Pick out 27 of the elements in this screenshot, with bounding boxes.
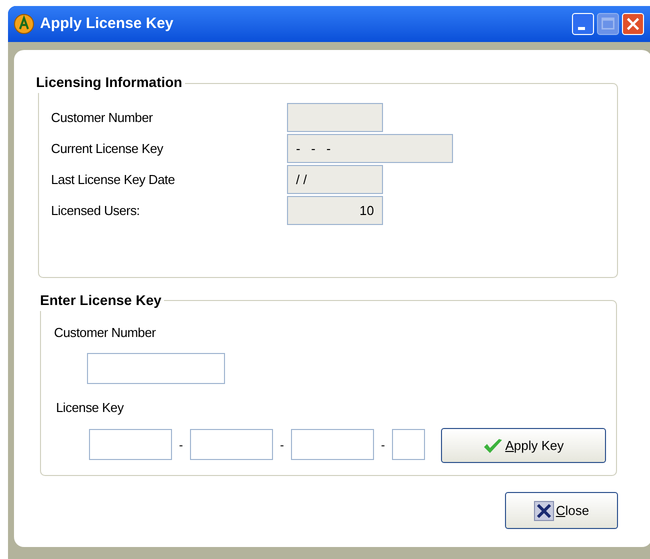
field-label: Licensed Users: <box>51 202 141 220</box>
license-key-field[interactable] <box>190 429 273 460</box>
license-key-field[interactable] <box>392 429 425 460</box>
separator: - <box>380 436 386 454</box>
field-label: License Key <box>56 399 124 417</box>
read-only-field[interactable] <box>287 103 383 132</box>
separator: - <box>178 436 184 454</box>
apply-key-button[interactable]: Apply Key <box>441 428 606 463</box>
close-x-icon <box>534 500 554 520</box>
app-logo-icon <box>14 14 34 34</box>
window-title: Apply License Key <box>40 14 174 34</box>
read-only-field[interactable]: / / <box>287 165 383 194</box>
field-label: Customer Number <box>51 108 154 127</box>
close-button[interactable] <box>622 13 644 35</box>
read-only-field[interactable]: 10 <box>287 196 383 225</box>
read-only-field[interactable]: - - - <box>287 134 453 163</box>
field-label: Current License Key <box>51 140 164 158</box>
license-key-field[interactable] <box>89 429 172 460</box>
customer-number-field[interactable] <box>87 353 225 384</box>
minimize-icon <box>578 27 585 30</box>
field-label: Last License Key Date <box>51 170 176 189</box>
close-button[interactable]: Close <box>505 492 618 529</box>
checkmark-icon <box>483 438 504 454</box>
separator: - <box>279 436 285 454</box>
license-key-field[interactable] <box>291 429 374 460</box>
field-label: Customer Number <box>54 324 156 342</box>
minimize-button[interactable] <box>572 13 594 35</box>
